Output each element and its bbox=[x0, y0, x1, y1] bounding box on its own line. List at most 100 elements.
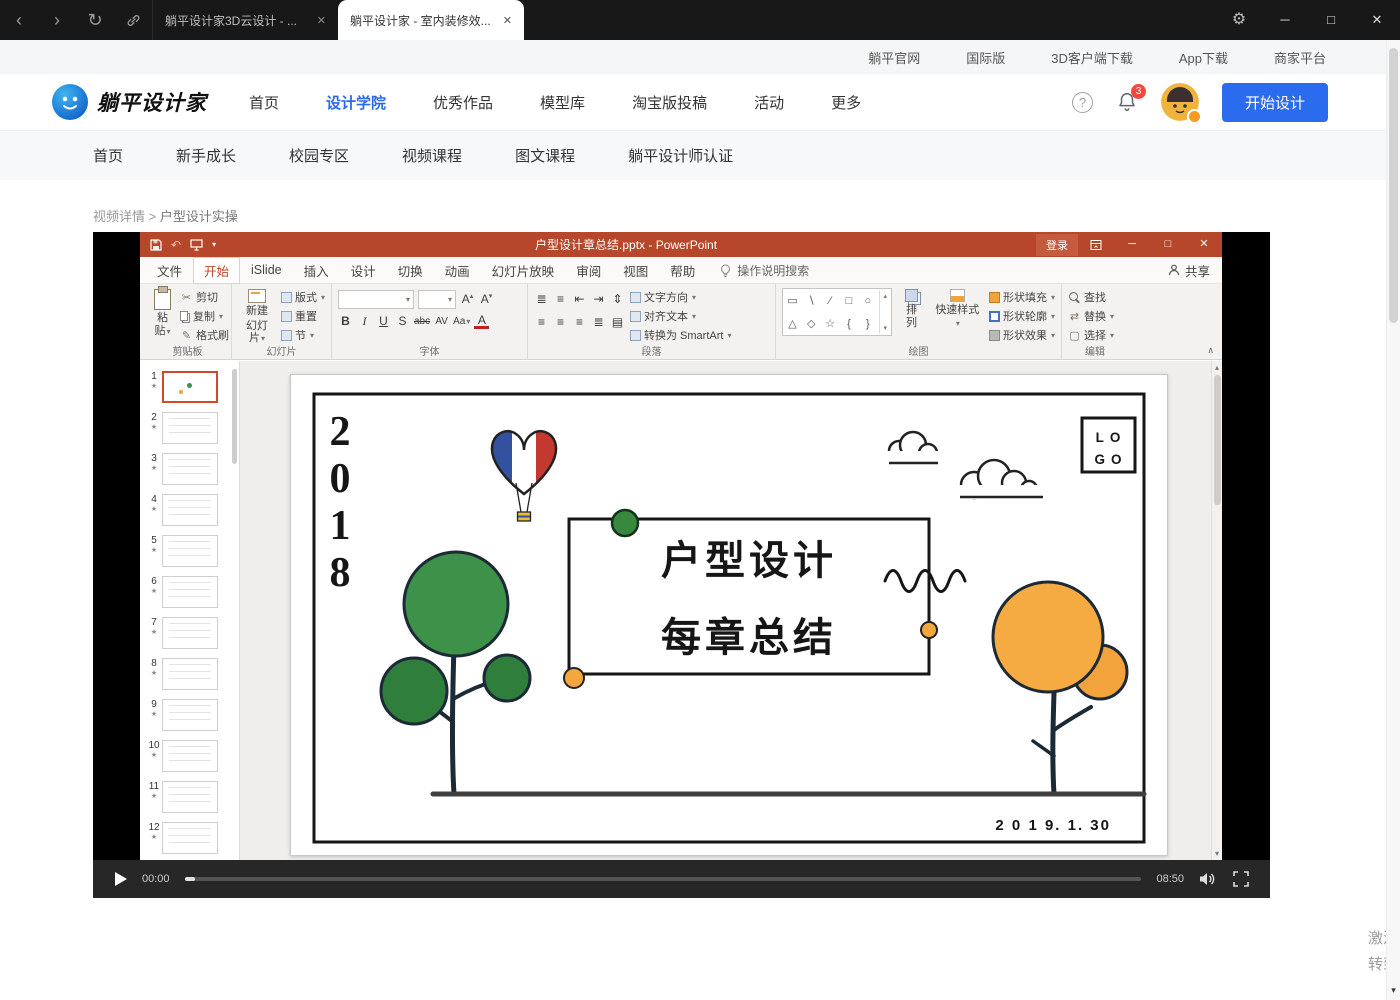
undo-icon[interactable]: ↶ bbox=[171, 238, 181, 252]
collapse-ribbon-icon[interactable]: ∧ bbox=[1207, 345, 1214, 356]
ppt-tab-slideshow[interactable]: 幻灯片放映 bbox=[481, 257, 566, 284]
window-maximize-button[interactable]: □ bbox=[1308, 0, 1354, 40]
page-scroll-down-icon[interactable]: ▾ bbox=[1387, 985, 1400, 996]
replace-button[interactable]: ⇄替换▾ bbox=[1068, 307, 1122, 325]
shrink-font-button[interactable]: A▾ bbox=[479, 292, 494, 306]
text-shadow-button[interactable]: S bbox=[395, 314, 410, 328]
ppt-tab-islide[interactable]: iSlide bbox=[240, 259, 293, 281]
subnav-home[interactable]: 首页 bbox=[93, 145, 123, 166]
font-color-button[interactable]: A bbox=[474, 314, 489, 329]
back-icon[interactable]: ‹ bbox=[0, 0, 38, 40]
slideshow-icon[interactable] bbox=[190, 239, 203, 251]
volume-icon[interactable] bbox=[1198, 871, 1216, 887]
shapes-scroll[interactable]: ▴▾ bbox=[879, 290, 890, 334]
ppt-tab-view[interactable]: 视图 bbox=[612, 257, 659, 284]
forward-icon[interactable]: › bbox=[38, 0, 76, 40]
ppt-minimize-button[interactable]: ─ bbox=[1114, 232, 1150, 257]
decrease-indent-button[interactable]: ⇤ bbox=[572, 292, 587, 306]
video-player[interactable]: ↶ ▾ 户型设计章总结.pptx - PowerPoint 登录 ─ □ ✕ 文… bbox=[93, 232, 1270, 898]
ppt-vertical-scrollbar[interactable]: ▴ ▾ bbox=[1211, 361, 1222, 860]
smartart-button[interactable]: 转换为 SmartArt▾ bbox=[630, 326, 731, 344]
slide-thumbnail-panel[interactable]: 1★ 2★ 3★ 4★ 5★ bbox=[140, 361, 240, 860]
format-painter-button[interactable]: ✎格式刷 bbox=[180, 326, 229, 344]
reload-icon[interactable]: ↻ bbox=[76, 0, 114, 40]
reset-button[interactable]: 重置 bbox=[281, 307, 325, 325]
shapes-gallery[interactable]: ▭ ∖ ∕ □ ○ △ ◇ ☆ { } ▴▾ bbox=[782, 288, 892, 336]
shape-outline-button[interactable]: 形状轮廓▾ bbox=[989, 307, 1055, 325]
increase-indent-button[interactable]: ⇥ bbox=[591, 292, 606, 306]
change-case-button[interactable]: Aa▾ bbox=[453, 316, 470, 327]
utility-link-app-download[interactable]: App下载 bbox=[1179, 48, 1228, 67]
slide-thumbnail-11[interactable]: 11★ bbox=[146, 781, 239, 813]
paste-button[interactable]: 粘贴▾ bbox=[150, 288, 175, 338]
slide-thumbnail-6[interactable]: 6★ bbox=[146, 576, 239, 608]
quick-styles-button[interactable]: 快速样式▾ bbox=[931, 288, 984, 330]
nav-model-library[interactable]: 模型库 bbox=[540, 92, 585, 113]
slide-thumbnail-4[interactable]: 4★ bbox=[146, 494, 239, 526]
ppt-tab-animations[interactable]: 动画 bbox=[434, 257, 481, 284]
subnav-graphic-courses[interactable]: 图文课程 bbox=[515, 145, 575, 166]
font-name-select[interactable]: ▾ bbox=[338, 290, 414, 309]
slide-thumbnail-8[interactable]: 8★ bbox=[146, 658, 239, 690]
copy-button[interactable]: 复制▾ bbox=[180, 307, 229, 325]
subnav-video-courses[interactable]: 视频课程 bbox=[402, 145, 462, 166]
page-scrollbar[interactable]: ▾ bbox=[1386, 40, 1400, 1000]
shape-effects-button[interactable]: 形状效果▾ bbox=[989, 326, 1055, 344]
align-text-button[interactable]: 对齐文本▾ bbox=[630, 307, 731, 325]
nav-activities[interactable]: 活动 bbox=[754, 92, 784, 113]
subnav-campus-zone[interactable]: 校园专区 bbox=[289, 145, 349, 166]
find-button[interactable]: 查找 bbox=[1068, 288, 1122, 306]
browser-tab-2-active[interactable]: 躺平设计家 - 室内装修效... ✕ bbox=[338, 0, 524, 40]
align-center-button[interactable]: ≡ bbox=[553, 315, 568, 329]
utility-link-official[interactable]: 躺平官网 bbox=[868, 48, 920, 67]
ppt-tab-review[interactable]: 审阅 bbox=[565, 257, 612, 284]
shape-fill-button[interactable]: 形状填充▾ bbox=[989, 288, 1055, 306]
slide-thumbnail-5[interactable]: 5★ bbox=[146, 535, 239, 567]
slide-thumbnail-7[interactable]: 7★ bbox=[146, 617, 239, 649]
utility-link-3d-client[interactable]: 3D客户端下载 bbox=[1051, 48, 1133, 67]
scrollbar-thumb[interactable] bbox=[1214, 375, 1221, 505]
ppt-tab-insert[interactable]: 插入 bbox=[293, 257, 340, 284]
page-scrollbar-thumb[interactable] bbox=[1389, 48, 1398, 323]
ppt-tab-design[interactable]: 设计 bbox=[340, 257, 387, 284]
nav-more[interactable]: 更多 bbox=[831, 92, 861, 113]
subnav-designer-certification[interactable]: 躺平设计师认证 bbox=[628, 145, 733, 166]
breadcrumb-section[interactable]: 视频详情 bbox=[93, 209, 145, 224]
italic-button[interactable]: I bbox=[357, 314, 372, 329]
ppt-tab-help[interactable]: 帮助 bbox=[659, 257, 706, 284]
layout-button[interactable]: 版式▾ bbox=[281, 288, 325, 306]
utility-link-international[interactable]: 国际版 bbox=[966, 48, 1005, 67]
ppt-tab-home-active[interactable]: 开始 bbox=[193, 257, 240, 284]
nav-taobao-submission[interactable]: 淘宝版投稿 bbox=[632, 92, 707, 113]
strikethrough-button[interactable]: abc bbox=[414, 316, 430, 327]
user-avatar[interactable] bbox=[1161, 83, 1199, 121]
start-design-button[interactable]: 开始设计 bbox=[1222, 83, 1328, 122]
browser-tab-1[interactable]: 躺平设计家3D云设计 - ... ✕ bbox=[152, 0, 338, 40]
play-button[interactable] bbox=[115, 872, 127, 886]
tab-close-icon[interactable]: ✕ bbox=[317, 14, 326, 27]
ppt-tab-transitions[interactable]: 切换 bbox=[387, 257, 434, 284]
scroll-down-icon[interactable]: ▾ bbox=[1215, 849, 1219, 858]
numbering-button[interactable]: ≡ bbox=[553, 292, 568, 306]
new-slide-button[interactable]: 新建 幻灯片▾ bbox=[238, 288, 276, 346]
ppt-tab-file[interactable]: 文件 bbox=[146, 257, 193, 284]
nav-design-academy[interactable]: 设计学院 bbox=[326, 92, 386, 113]
ppt-login-button[interactable]: 登录 bbox=[1036, 234, 1078, 256]
ribbon-display-options-icon[interactable] bbox=[1078, 232, 1114, 257]
select-button[interactable]: ▢选择▾ bbox=[1068, 326, 1122, 344]
grow-font-button[interactable]: A▴ bbox=[460, 292, 475, 306]
slide-thumbnail-3[interactable]: 3★ bbox=[146, 453, 239, 485]
fullscreen-icon[interactable] bbox=[1233, 871, 1249, 887]
slide-thumbnail-12[interactable]: 12★ bbox=[146, 822, 239, 854]
bold-button[interactable]: B bbox=[338, 314, 353, 328]
link-icon[interactable] bbox=[114, 13, 152, 28]
utility-link-merchant[interactable]: 商家平台 bbox=[1274, 48, 1326, 67]
settings-gear-icon[interactable]: ⚙ bbox=[1216, 0, 1262, 40]
thumbnail-scrollbar[interactable] bbox=[232, 369, 237, 464]
slide-thumbnail-10[interactable]: 10★ bbox=[146, 740, 239, 772]
line-spacing-button[interactable]: ⇕ bbox=[610, 292, 625, 306]
save-icon[interactable] bbox=[150, 239, 162, 251]
notification-bell[interactable]: 3 bbox=[1116, 91, 1138, 113]
underline-button[interactable]: U bbox=[376, 314, 391, 328]
progress-bar[interactable] bbox=[185, 877, 1142, 881]
